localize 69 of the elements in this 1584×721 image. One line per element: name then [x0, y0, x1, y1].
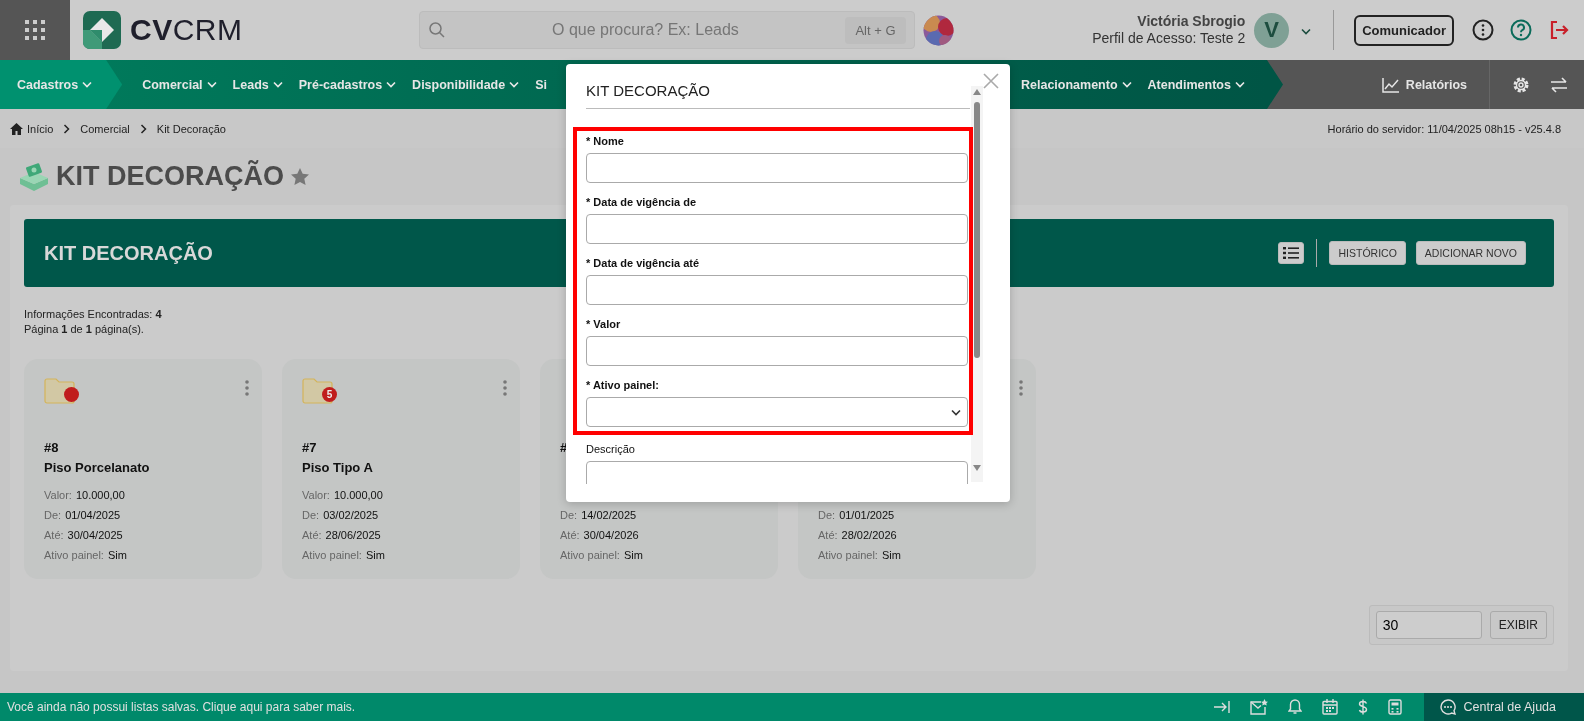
user-profile: Perfil de Acesso: Teste 2 — [1092, 30, 1246, 47]
modal-title: KIT DECORAÇÃO — [586, 82, 710, 99]
item-card[interactable]: 5 #7 Piso Tipo A Valor: 10.000,00 De: 03/02/2025 Até: 28/06/2025 Ativo painel: Sim — [282, 359, 520, 579]
card-title: Piso Tipo A — [302, 460, 373, 475]
field-label: Ativo painel: — [302, 549, 362, 561]
field-label: * Ativo painel: — [586, 379, 660, 393]
communicator-button[interactable]: Comunicador — [1354, 14, 1454, 46]
card-number: #7 — [302, 440, 317, 455]
field-value: 01/01/2025 — [839, 509, 895, 521]
field-value: Sim — [881, 549, 901, 561]
field-label: Descrição — [586, 443, 636, 457]
nav-item[interactable]: Comercial — [134, 60, 225, 109]
field-label: Ativo painel: — [818, 549, 878, 561]
user-name: Victória Sbrogio — [1136, 13, 1246, 30]
card-number: #8 — [44, 440, 59, 455]
field-value: 03/02/2025 — [323, 509, 379, 521]
field-label: Até: — [818, 529, 838, 541]
field-value: Sim — [623, 549, 643, 561]
field-label: * Data de vigência até — [586, 257, 701, 271]
field-value: 10.000,00 — [75, 489, 125, 501]
server-info: Horário do servidor: 11/04/2025 08h15 - v25.4.8 — [1327, 122, 1562, 135]
page-title: KIT DECORAÇÃO — [56, 161, 284, 192]
nav-item[interactable]: Relacionamento — [1013, 60, 1140, 109]
field-label: De: — [818, 509, 836, 521]
field-value: Sim — [365, 549, 385, 561]
field-label: * Valor — [586, 318, 622, 332]
shortcut-hint: Alt + G — [845, 16, 906, 44]
status-message[interactable]: Você ainda não possui listas salvas. Clique aqui para saber mais. — [0, 700, 356, 714]
breadcrumb-link[interactable]: Início — [27, 122, 54, 135]
field-value: 30/04/2025 — [67, 529, 123, 541]
action-button[interactable]: ADICIONAR NOVO — [1415, 241, 1526, 265]
card-title: Piso Porcelanato — [44, 460, 150, 475]
field-label: Até: — [44, 529, 64, 541]
field-label: Até: — [560, 529, 580, 541]
logo-text: CVCRM — [130, 13, 243, 47]
nav-item[interactable]: Pré-cadastros — [290, 60, 405, 109]
action-button[interactable]: HISTÓRICO — [1329, 241, 1406, 265]
field-label: Ativo painel: — [560, 549, 620, 561]
field-label: Ativo painel: — [44, 549, 104, 561]
field-value: 01/04/2025 — [65, 509, 121, 521]
field-label: De: — [44, 509, 62, 521]
field-value: 30/04/2026 — [583, 529, 639, 541]
results-summary: Informações Encontradas: 4 — [24, 307, 162, 322]
field-label: Valor: — [44, 489, 72, 501]
nav-item[interactable]: Si — [527, 60, 555, 109]
results-summary: Página 1 de 1 página(s). — [24, 322, 145, 337]
nav-item[interactable]: Atendimentos — [1139, 60, 1253, 109]
breadcrumb-link[interactable]: Comercial — [80, 122, 130, 135]
show-button[interactable]: EXIBIR — [1489, 611, 1547, 639]
field-value: Sim — [107, 549, 127, 561]
help-center-button[interactable]: Central de Ajuda — [1423, 693, 1584, 721]
nav-item[interactable]: Disponibilidade — [404, 60, 528, 109]
field-label: * Data de vigência de — [586, 196, 698, 210]
field-label: Valor: — [302, 489, 330, 501]
item-card[interactable]: #8 Piso Porcelanato Valor: 10.000,00 De: 01/04/2025 Até: 30/04/2025 Ativo painel: Sim — [24, 359, 262, 579]
field-value: 28/06/2025 — [325, 529, 381, 541]
badge-count: 5 — [326, 389, 333, 400]
field-label: * Nome — [586, 135, 625, 149]
breadcrumb-link[interactable]: Kit Decoração — [156, 122, 226, 135]
field-value: 28/02/2026 — [841, 529, 897, 541]
field-label: De: — [302, 509, 320, 521]
field-value: 14/02/2025 — [581, 509, 637, 521]
field-label: De: — [560, 509, 578, 521]
nav-item[interactable]: Leads — [224, 60, 291, 109]
field-label: Até: — [302, 529, 322, 541]
per-page-field[interactable]: 30 — [1375, 611, 1482, 639]
field-value: 10.000,00 — [333, 489, 383, 501]
search-input[interactable]: O que procura? Ex: Leads — [445, 20, 846, 40]
section-title: KIT DECORAÇÃO — [44, 241, 213, 265]
